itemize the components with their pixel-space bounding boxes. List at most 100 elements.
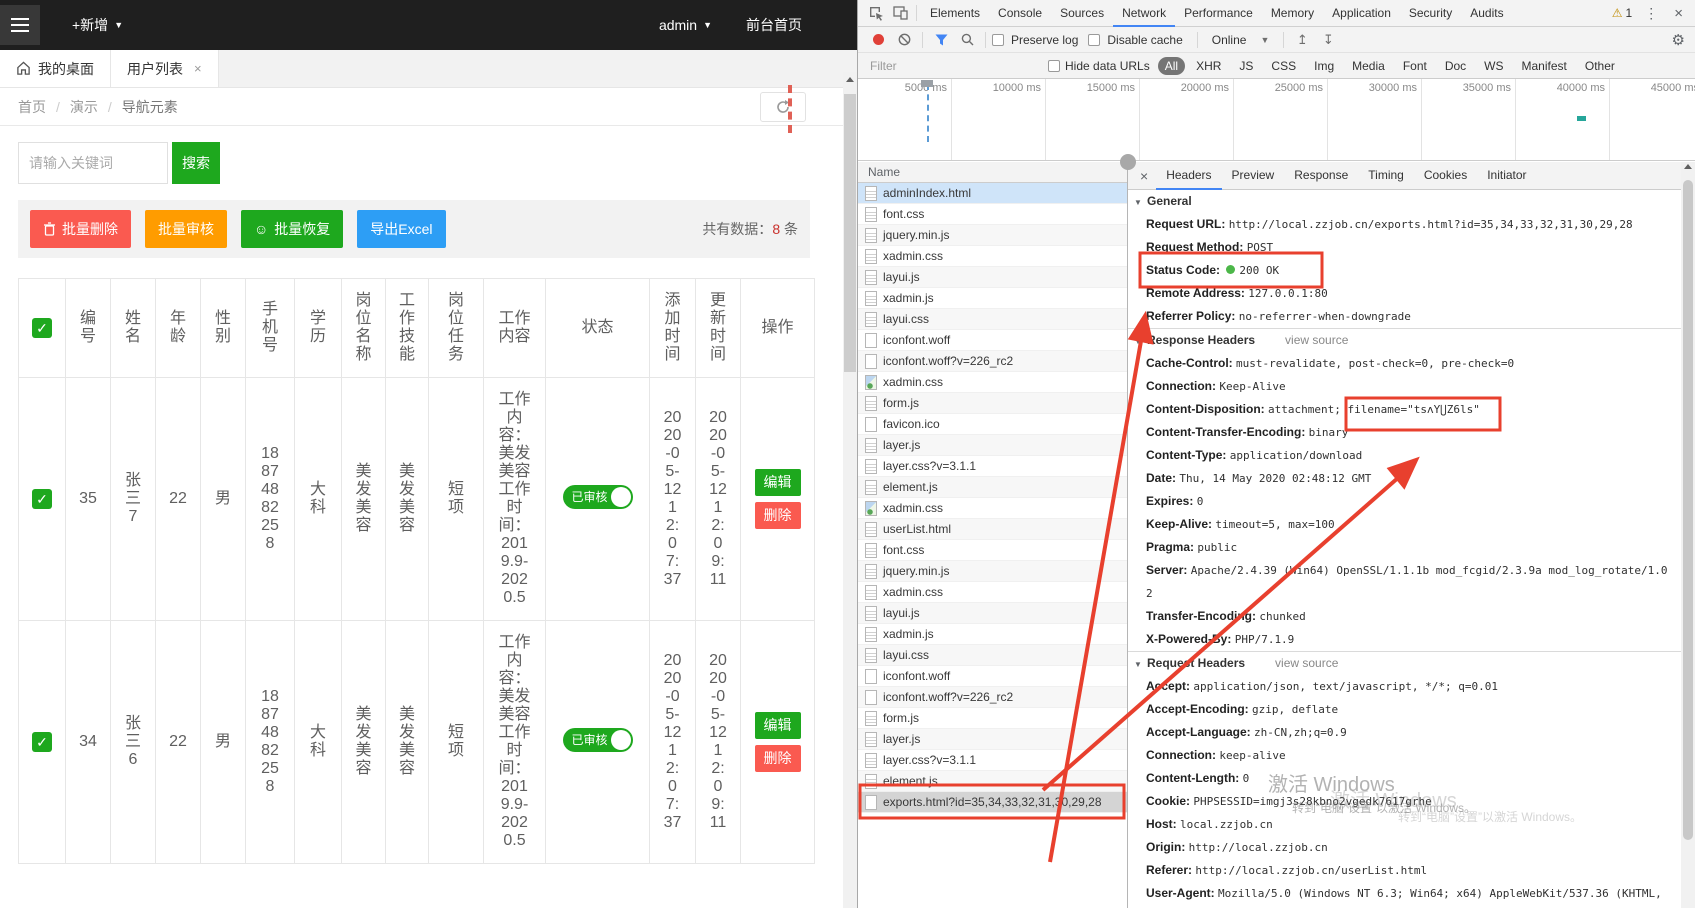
network-request-row[interactable]: layer.js — [858, 729, 1127, 750]
import-har-icon[interactable]: ↥ — [1290, 30, 1314, 50]
scrollbar-thumb[interactable] — [1683, 180, 1693, 840]
batch-delete-button[interactable]: 批量删除 — [30, 210, 131, 248]
batch-review-button[interactable]: 批量审核 — [145, 210, 227, 248]
detail-tab-preview[interactable]: Preview — [1222, 162, 1285, 190]
network-request-row[interactable]: xadmin.css — [858, 582, 1127, 603]
network-request-row[interactable]: iconfont.woff — [858, 330, 1127, 351]
filter-chip-doc[interactable]: Doc — [1438, 57, 1473, 75]
filter-chip-js[interactable]: JS — [1232, 57, 1260, 75]
search-input[interactable] — [18, 142, 168, 184]
view-source-link[interactable]: view source — [1285, 333, 1348, 347]
request-list-header[interactable]: Name — [858, 162, 1127, 183]
network-request-row[interactable]: layer.js — [858, 435, 1127, 456]
network-request-row[interactable]: element.js — [858, 771, 1127, 792]
frontend-home-link[interactable]: 前台首页 — [746, 15, 802, 35]
network-request-row[interactable]: jquery.min.js — [858, 561, 1127, 582]
close-tab-icon[interactable]: × — [194, 61, 202, 76]
tab-my-desktop[interactable]: 我的桌面 — [0, 50, 111, 87]
section-title[interactable]: ▼Response Headersview source — [1128, 329, 1682, 352]
edit-button[interactable]: 编辑 — [755, 469, 801, 496]
search-icon[interactable] — [955, 30, 979, 50]
select-all-checkbox[interactable]: ✓ — [32, 318, 52, 338]
disable-cache-checkbox[interactable] — [1088, 34, 1100, 46]
network-request-row[interactable]: layui.css — [858, 645, 1127, 666]
export-excel-button[interactable]: 导出Excel — [357, 210, 445, 248]
network-request-row[interactable]: userList.html — [858, 519, 1127, 540]
network-request-row[interactable]: layui.js — [858, 603, 1127, 624]
scroll-up-icon[interactable] — [1684, 164, 1692, 169]
filter-chip-xhr[interactable]: XHR — [1189, 57, 1228, 75]
tab-user-list[interactable]: 用户列表 × — [111, 50, 219, 87]
network-filter-input[interactable] — [868, 58, 1048, 74]
network-request-row[interactable]: form.js — [858, 708, 1127, 729]
detail-tab-initiator[interactable]: Initiator — [1477, 162, 1536, 190]
network-request-row[interactable]: favicon.ico — [858, 414, 1127, 435]
filter-chip-ws[interactable]: WS — [1477, 57, 1510, 75]
gear-icon[interactable]: ⚙ — [1672, 31, 1695, 49]
section-title[interactable]: ▼General — [1128, 190, 1682, 213]
status-toggle[interactable]: 已审核 — [563, 485, 633, 509]
devtools-tab-console[interactable]: Console — [989, 0, 1051, 27]
network-request-row[interactable]: font.css — [858, 204, 1127, 225]
network-request-row[interactable]: xadmin.css — [858, 372, 1127, 393]
refresh-button[interactable] — [760, 92, 806, 122]
network-request-row[interactable]: xadmin.css — [858, 246, 1127, 267]
device-toolbar-icon[interactable] — [888, 3, 912, 23]
network-request-row[interactable]: xadmin.js — [858, 624, 1127, 645]
batch-restore-button[interactable]: ☺ 批量恢复 — [241, 210, 343, 248]
network-request-row[interactable]: layer.css?v=3.1.1 — [858, 456, 1127, 477]
delete-button[interactable]: 删除 — [755, 502, 801, 529]
devtools-tab-elements[interactable]: Elements — [921, 0, 989, 27]
network-request-row[interactable]: layui.css — [858, 309, 1127, 330]
breadcrumb-demo[interactable]: 演示 — [70, 97, 98, 117]
devtools-tab-security[interactable]: Security — [1400, 0, 1461, 27]
edit-button[interactable]: 编辑 — [755, 712, 801, 739]
network-overview-timeline[interactable]: 5000 ms10000 ms15000 ms20000 ms25000 ms3… — [858, 79, 1695, 161]
network-request-row[interactable]: layui.js — [858, 267, 1127, 288]
network-request-row[interactable]: xadmin.js — [858, 288, 1127, 309]
status-toggle[interactable]: 已审核 — [563, 728, 633, 752]
network-request-row[interactable]: iconfont.woff?v=226_rc2 — [858, 687, 1127, 708]
throttling-select[interactable]: Online ▼ — [1204, 33, 1278, 47]
detail-scrollbar[interactable] — [1681, 162, 1695, 908]
filter-chip-font[interactable]: Font — [1396, 57, 1434, 75]
network-request-row[interactable]: layer.css?v=3.1.1 — [858, 750, 1127, 771]
record-icon[interactable] — [866, 30, 890, 50]
section-title[interactable]: ▼Request Headersview source — [1128, 652, 1682, 675]
network-request-row[interactable]: font.css — [858, 540, 1127, 561]
add-new-menu[interactable]: +新增 ▼ — [72, 15, 123, 35]
network-request-row[interactable]: element.js — [858, 477, 1127, 498]
export-har-icon[interactable]: ↧ — [1316, 30, 1340, 50]
devtools-tab-network[interactable]: Network — [1113, 0, 1175, 27]
clear-icon[interactable] — [892, 30, 916, 50]
network-request-row[interactable]: exports.html?id=35,34,33,32,31,30,29,28 — [858, 792, 1127, 813]
preserve-log-checkbox[interactable] — [992, 34, 1004, 46]
split-handle[interactable] — [1120, 154, 1136, 170]
network-request-row[interactable]: xadmin.css — [858, 498, 1127, 519]
detail-tab-response[interactable]: Response — [1284, 162, 1358, 190]
kebab-menu-icon[interactable]: ⋮ — [1638, 5, 1664, 22]
view-source-link[interactable]: view source — [1275, 656, 1338, 670]
hamburger-menu-icon[interactable] — [0, 5, 40, 45]
devtools-tab-application[interactable]: Application — [1323, 0, 1400, 27]
scrollbar-thumb[interactable] — [844, 94, 856, 372]
hide-data-urls-checkbox[interactable] — [1048, 60, 1060, 72]
detail-tab-timing[interactable]: Timing — [1358, 162, 1414, 190]
network-request-row[interactable]: adminIndex.html — [858, 183, 1127, 204]
page-scrollbar[interactable] — [843, 72, 857, 908]
detail-tab-headers[interactable]: Headers — [1156, 162, 1221, 190]
filter-chip-manifest[interactable]: Manifest — [1515, 57, 1574, 75]
search-button[interactable]: 搜索 — [172, 142, 220, 184]
devtools-tab-performance[interactable]: Performance — [1175, 0, 1262, 27]
inspect-element-icon[interactable] — [864, 3, 888, 23]
scroll-up-icon[interactable] — [843, 72, 857, 86]
close-devtools-icon[interactable]: × — [1666, 5, 1691, 22]
network-request-row[interactable]: form.js — [858, 393, 1127, 414]
warning-badge[interactable]: ⚠ 1 — [1608, 6, 1636, 20]
devtools-tab-audits[interactable]: Audits — [1461, 0, 1512, 27]
filter-chip-media[interactable]: Media — [1345, 57, 1392, 75]
network-request-row[interactable]: iconfont.woff?v=226_rc2 — [858, 351, 1127, 372]
close-detail-icon[interactable]: × — [1132, 168, 1156, 184]
row-checkbox[interactable]: ✓ — [32, 489, 52, 509]
devtools-tab-sources[interactable]: Sources — [1051, 0, 1113, 27]
